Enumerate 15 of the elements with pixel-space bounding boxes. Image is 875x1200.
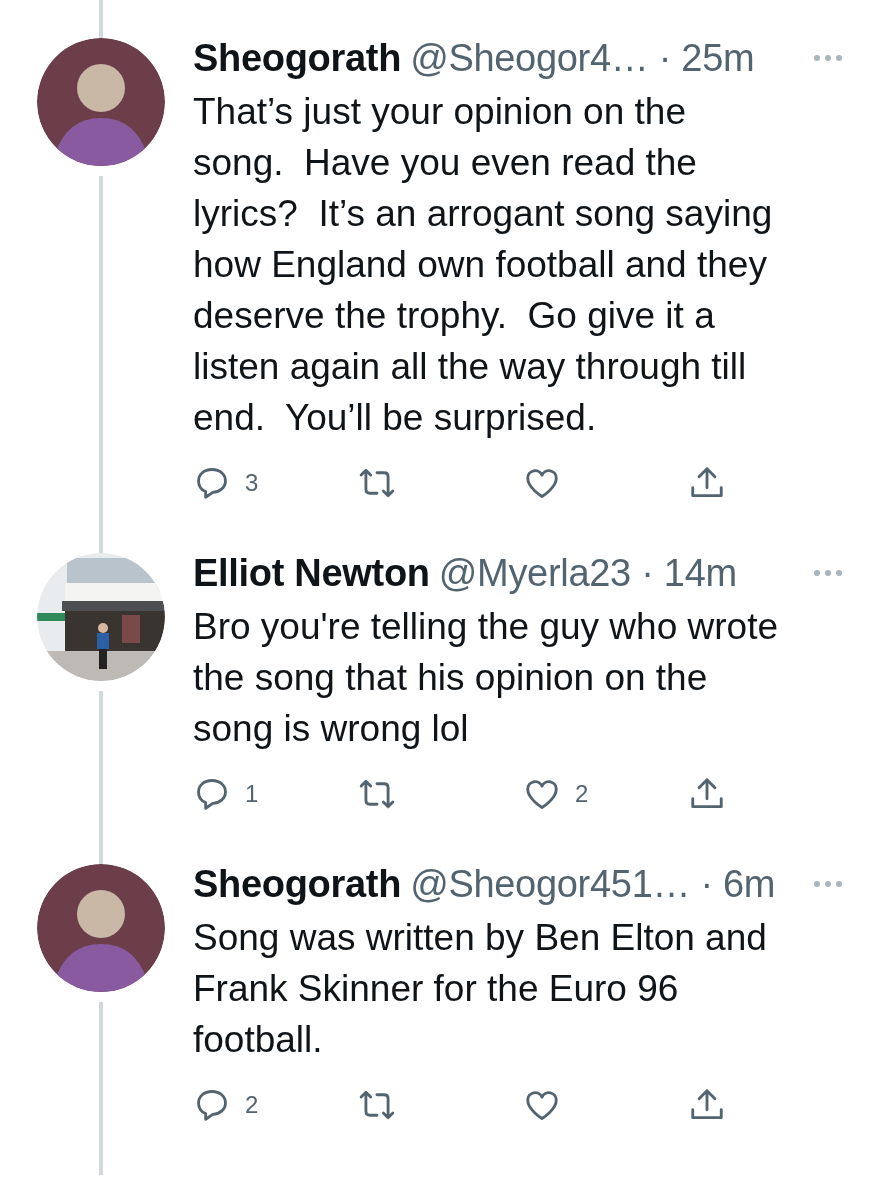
handle-and-time: @Sheogor4… · 25m xyxy=(410,36,755,80)
author-name[interactable]: Sheogorath xyxy=(193,862,402,906)
avatar-silhouette[interactable] xyxy=(36,864,165,992)
reply-count: 2 xyxy=(245,1091,259,1119)
tweet-text: That’s just your opinion on the song. Have you even read the lyrics? It’s an arrogant song saying how England own football and they deserve the trophy. Go give it a listen again all the way through till end. You’ll be surprised. xyxy=(193,90,774,440)
tweet-text: Song was written by Ben Elton and Frank Skinner for the Euro 96 football. xyxy=(193,916,768,1062)
handle-and-time: @Myerla23 · 14m xyxy=(438,551,737,595)
tweet-text: Bro you're telling the guy who wrote the song that his opinion on the song is wrong lol xyxy=(193,605,779,751)
reply-count: 1 xyxy=(245,780,259,808)
handle-and-time: @Sheogor451… · 6m xyxy=(410,862,776,906)
like-count: 2 xyxy=(575,780,589,808)
author-name[interactable]: Sheogorath xyxy=(193,36,402,80)
reply-count: 3 xyxy=(245,469,259,497)
author-name[interactable]: Elliot Newton xyxy=(193,551,430,595)
avatar-silhouette[interactable] xyxy=(36,38,165,166)
